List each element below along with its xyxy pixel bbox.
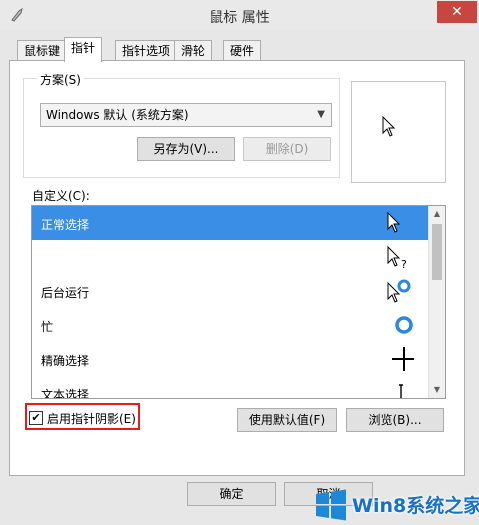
- list-item[interactable]: 正常选择: [32, 206, 429, 240]
- tab-buttons[interactable]: 鼠标键: [17, 40, 68, 61]
- list-item-label: 文本选择: [41, 388, 90, 399]
- list-item-label: 精确选择: [41, 354, 90, 368]
- save-as-button[interactable]: 另存为(V)...: [137, 137, 235, 161]
- busy-cursor-icon: [395, 316, 413, 334]
- windows-logo-icon: [316, 489, 346, 521]
- list-scrollbar[interactable]: ▲ ▼: [428, 206, 445, 398]
- svg-text:?: ?: [401, 258, 407, 271]
- tab-pointers[interactable]: 指针: [64, 37, 103, 62]
- scroll-up-icon[interactable]: ▲: [429, 206, 445, 222]
- list-item[interactable]: 精确选择: [32, 342, 429, 376]
- cursor-preview: [351, 81, 446, 183]
- list-item[interactable]: ?: [32, 240, 429, 274]
- scheme-select[interactable]: Windows 默认 (系统方案) ▼: [40, 103, 332, 127]
- scheme-select-value: Windows 默认 (系统方案): [46, 108, 189, 122]
- chevron-down-icon: ▼: [317, 109, 325, 120]
- list-item[interactable]: 后台运行: [32, 274, 429, 308]
- list-item-label: 后台运行: [41, 286, 90, 300]
- arrow-cursor-icon: [387, 211, 401, 233]
- scroll-down-icon[interactable]: ▼: [429, 382, 445, 398]
- list-item-label: 正常选择: [41, 218, 90, 232]
- watermark: Win8系统之家: [314, 483, 479, 525]
- scheme-group: [23, 78, 340, 178]
- tab-hardware[interactable]: 硬件: [223, 40, 262, 61]
- list-item[interactable]: 文本选择: [32, 376, 429, 399]
- close-button[interactable]: ✕: [437, 1, 477, 23]
- text-cursor-icon: [399, 384, 403, 398]
- scheme-label: 方案(S): [37, 71, 84, 88]
- pointer-list[interactable]: 正常选择 ? 后台运行 忙 精确选择 文本选择 ▲ ▼: [31, 205, 446, 399]
- use-default-button[interactable]: 使用默认值(F): [237, 408, 337, 432]
- window-title: 鼠标 属性: [209, 10, 270, 26]
- tab-wheel[interactable]: 滑轮: [174, 40, 213, 61]
- browse-button[interactable]: 浏览(B)...: [346, 408, 444, 432]
- working-in-background-cursor-icon: [387, 279, 411, 303]
- customize-label: 自定义(C):: [32, 189, 90, 203]
- watermark-text: Win8系统之家: [352, 495, 479, 517]
- list-item-label: 忙: [41, 320, 54, 334]
- arrow-cursor-icon: [382, 116, 396, 137]
- help-cursor-icon: ?: [387, 245, 407, 271]
- scroll-thumb[interactable]: [432, 224, 442, 280]
- precision-cursor-icon: [392, 347, 414, 371]
- tab-pointer-options[interactable]: 指针选项: [115, 40, 178, 61]
- highlight-annotation: [25, 403, 140, 430]
- delete-button[interactable]: 删除(D): [243, 137, 331, 161]
- ok-button[interactable]: 确定: [187, 482, 276, 506]
- list-item[interactable]: 忙: [32, 308, 429, 342]
